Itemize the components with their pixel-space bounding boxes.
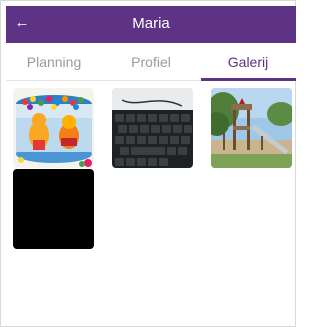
tab-planning[interactable]: Planning — [6, 43, 102, 81]
black-image — [13, 169, 94, 249]
tab-profiel[interactable]: Profiel — [103, 43, 199, 81]
tab-galerij[interactable]: Galerij — [200, 43, 296, 81]
playground-image — [211, 88, 292, 168]
tab-bar: Planning Profiel Galerij — [6, 43, 296, 81]
photo-gallery — [6, 81, 296, 327]
app-bar: ← Maria — [6, 6, 296, 43]
gallery-photo-ball-pit[interactable] — [13, 88, 94, 168]
keyboard-image — [112, 88, 193, 168]
gallery-photo-playground[interactable] — [211, 88, 292, 168]
page-title: Maria — [132, 15, 170, 32]
gallery-photo-keyboard[interactable] — [112, 88, 193, 168]
gallery-photo-black[interactable] — [13, 169, 94, 249]
ball-pit-image — [13, 88, 94, 168]
